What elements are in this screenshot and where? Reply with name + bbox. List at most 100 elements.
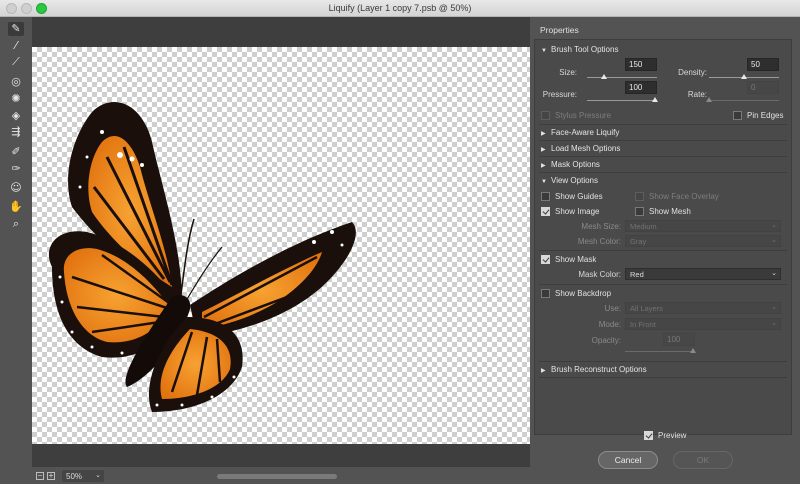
forward-warp-tool-icon[interactable]: ✎: [8, 22, 24, 36]
pressure-label: Pressure:: [542, 90, 577, 99]
zoom-tool-icon[interactable]: ⌕: [8, 217, 24, 231]
bloat-tool-icon[interactable]: ◈: [8, 109, 24, 123]
ok-button[interactable]: OK: [673, 451, 733, 469]
pin-edges-label: Pin Edges: [747, 111, 784, 120]
disclosure-closed-icon: ▶: [541, 131, 546, 137]
show-backdrop-label: Show Backdrop: [555, 289, 612, 298]
show-backdrop-checkbox[interactable]: [541, 289, 550, 298]
properties-content: ▼ Brush Tool Options Size: 150 Density: 5…: [534, 39, 792, 435]
divider: [539, 250, 787, 251]
face-aware-liquify-label: Face-Aware Liquify: [551, 128, 620, 137]
mask-options-label: Mask Options: [551, 160, 600, 169]
preview-label: Preview: [658, 431, 687, 440]
reconstruct-tool-icon[interactable]: ⁄: [8, 39, 24, 53]
mesh-size-select[interactable]: Medium ⌄: [625, 220, 781, 232]
mesh-color-value: Gray: [630, 237, 647, 246]
chevron-down-icon: ⌄: [771, 237, 777, 244]
chevron-down-icon: ⌄: [95, 472, 101, 479]
stylus-pressure-label: Stylus Pressure: [555, 111, 612, 120]
divider: [539, 377, 787, 378]
use-select[interactable]: All Layers ⌄: [625, 302, 781, 314]
face-aware-liquify-header[interactable]: ▶ Face-Aware Liquify: [541, 128, 619, 137]
freeze-mask-tool-icon[interactable]: ✐: [8, 145, 24, 159]
load-mesh-options-header[interactable]: ▶ Load Mesh Options: [541, 144, 620, 153]
opacity-slider[interactable]: [625, 351, 695, 352]
pucker-tool-icon[interactable]: ✺: [8, 92, 24, 106]
zoom-in-button[interactable]: +: [47, 472, 55, 480]
density-input[interactable]: 50: [747, 58, 779, 71]
preview-checkbox[interactable]: [644, 431, 653, 440]
smooth-tool-icon[interactable]: ⟋: [8, 55, 24, 69]
rate-label: Rate:: [687, 90, 707, 99]
size-slider-knob[interactable]: [601, 74, 607, 79]
brush-tool-options-label: Brush Tool Options: [551, 45, 619, 54]
rate-slider[interactable]: [709, 100, 779, 101]
disclosure-closed-icon: ▶: [541, 368, 546, 374]
show-guides-checkbox[interactable]: [541, 192, 550, 201]
brush-reconstruct-options-header[interactable]: ▶ Brush Reconstruct Options: [541, 365, 647, 374]
show-face-overlay-checkbox[interactable]: [635, 192, 644, 201]
rate-input[interactable]: 0: [747, 81, 779, 94]
show-image-checkbox[interactable]: [541, 207, 550, 216]
window-title: Liquify (Layer 1 copy 7.psb @ 50%): [328, 3, 472, 13]
chevron-down-icon: ⌄: [771, 222, 777, 229]
load-mesh-options-label: Load Mesh Options: [551, 144, 621, 153]
horizontal-scrollbar[interactable]: [217, 474, 337, 479]
chevron-down-icon: ⌄: [771, 320, 777, 327]
view-options-label: View Options: [551, 176, 598, 185]
mask-color-select[interactable]: Red ⌄: [625, 268, 781, 280]
cancel-button[interactable]: Cancel: [598, 451, 658, 469]
pressure-slider-knob[interactable]: [652, 97, 658, 102]
disclosure-open-icon: ▼: [541, 179, 547, 185]
stylus-pressure-checkbox[interactable]: [541, 111, 550, 120]
mode-select[interactable]: In Front ⌄: [625, 318, 781, 330]
mask-options-header[interactable]: ▶ Mask Options: [541, 160, 600, 169]
butterfly-image: [48, 102, 356, 412]
mesh-size-label: Mesh Size:: [581, 222, 621, 231]
disclosure-closed-icon: ▶: [541, 147, 546, 153]
divider: [539, 140, 787, 141]
show-guides-label: Show Guides: [555, 192, 603, 201]
push-left-tool-icon[interactable]: ⇶: [8, 125, 24, 139]
disclosure-closed-icon: ▶: [541, 163, 546, 169]
view-options-header[interactable]: ▼ View Options: [541, 176, 598, 185]
rate-slider-knob[interactable]: [706, 97, 712, 102]
size-slider[interactable]: [587, 77, 657, 78]
brush-reconstruct-options-label: Brush Reconstruct Options: [551, 365, 647, 374]
show-mesh-checkbox[interactable]: [635, 207, 644, 216]
mesh-color-select[interactable]: Gray ⌄: [625, 235, 781, 247]
size-label: Size:: [559, 68, 577, 77]
mesh-color-label: Mesh Color:: [577, 237, 621, 246]
show-mask-label: Show Mask: [555, 255, 597, 264]
pin-edges-checkbox[interactable]: [733, 111, 742, 120]
mask-color-label: Mask Color:: [578, 270, 621, 279]
brush-tool-options-header[interactable]: ▼ Brush Tool Options: [541, 45, 618, 54]
pressure-slider[interactable]: [587, 100, 657, 101]
divider: [539, 124, 787, 125]
zoom-out-button[interactable]: −: [36, 472, 44, 480]
face-tool-icon[interactable]: ☺: [8, 181, 24, 195]
twirl-tool-icon[interactable]: ◎: [8, 75, 24, 89]
properties-panel: Properties ▼ Brush Tool Options Size: 150…: [530, 17, 800, 484]
divider: [539, 156, 787, 157]
mesh-size-value: Medium: [630, 222, 657, 231]
divider: [539, 172, 787, 173]
opacity-slider-knob[interactable]: [690, 348, 696, 353]
zoom-level-select[interactable]: 50% ⌄: [62, 470, 104, 482]
disclosure-open-icon: ▼: [541, 48, 547, 54]
show-mesh-label: Show Mesh: [649, 207, 691, 216]
title-bar: Liquify (Layer 1 copy 7.psb @ 50%): [0, 0, 800, 17]
size-input[interactable]: 150: [625, 58, 657, 71]
hand-tool-icon[interactable]: ✋: [8, 200, 24, 214]
canvas[interactable]: [32, 47, 530, 444]
thaw-mask-tool-icon[interactable]: ✑: [8, 162, 24, 176]
show-face-overlay-label: Show Face Overlay: [649, 192, 719, 201]
density-label: Density:: [678, 68, 707, 77]
opacity-input[interactable]: 100: [663, 333, 695, 346]
mode-label: Mode:: [598, 320, 621, 329]
pressure-input[interactable]: 100: [625, 81, 657, 94]
density-slider-knob[interactable]: [741, 74, 747, 79]
divider: [539, 361, 787, 362]
show-mask-checkbox[interactable]: [541, 255, 550, 264]
zoom-level-value: 50%: [66, 472, 83, 481]
